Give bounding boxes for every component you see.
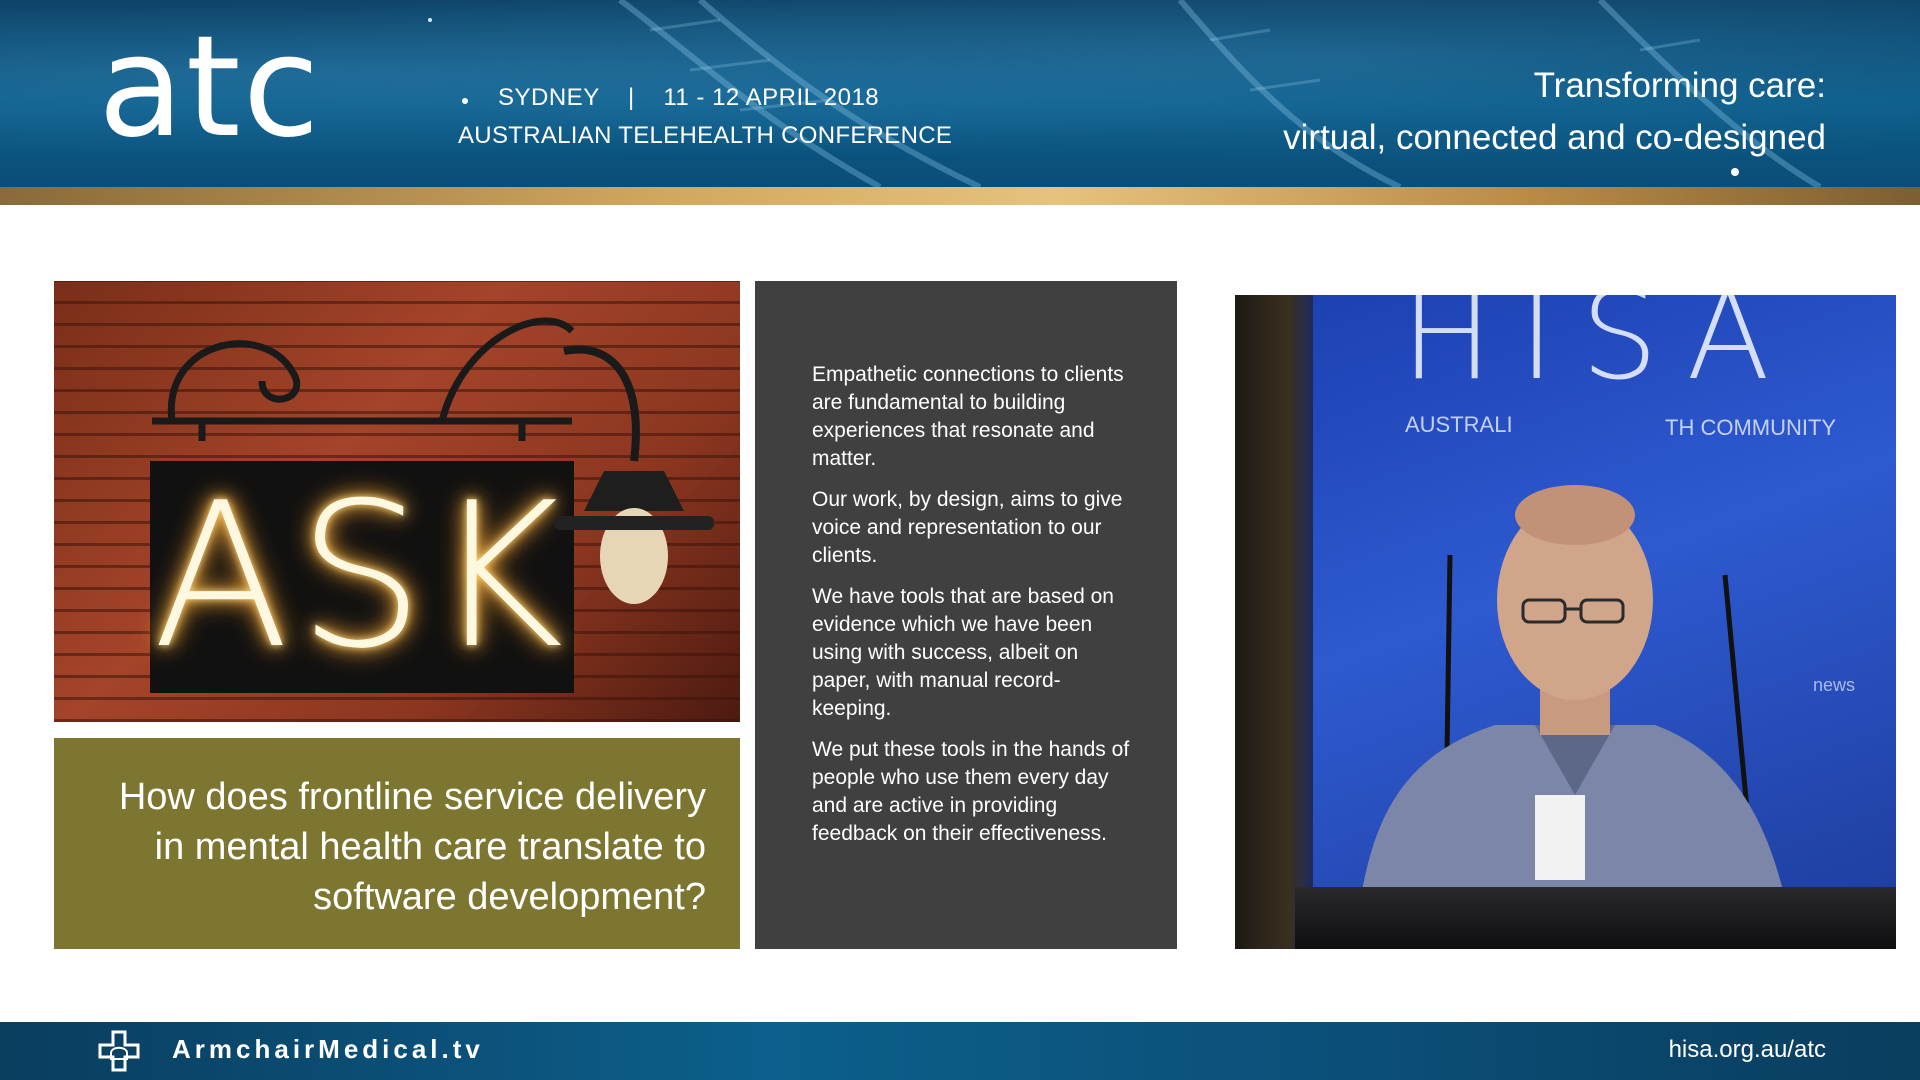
event-separator: | — [627, 84, 635, 111]
conference-tagline: Transforming care: virtual, connected an… — [1283, 60, 1826, 164]
speaker-video-feed: HISA AUSTRALI TH COMMUNITY news — [1235, 295, 1896, 949]
tagline-line-1: Transforming care: — [1533, 66, 1826, 105]
ask-neon-text: ASK — [152, 460, 572, 693]
ask-sign-photo: ASK — [54, 281, 740, 722]
slide-text-panel: Empathetic connections to clients are fu… — [755, 281, 1177, 949]
sign-bracket-graphic — [152, 317, 575, 441]
event-city: SYDNEY — [498, 84, 600, 111]
speaker-figure — [1355, 485, 1795, 949]
armchair-medical-cross-icon — [98, 1030, 140, 1072]
paragraph-evidence-tools: We have tools that are based on evidence… — [812, 585, 1114, 720]
footer-banner: ArmchairMedical.tv hisa.org.au/atc — [0, 1022, 1920, 1080]
paragraph-tools-in-hands: We put these tools in the hands of peopl… — [812, 738, 1130, 845]
event-location-dates: SYDNEY | 11 - 12 APRIL 2018 — [498, 84, 879, 112]
question-box: How does frontline service delivery in m… — [54, 738, 740, 949]
paragraph-voice-representation: Our work, by design, aims to give voice … — [812, 488, 1123, 567]
tagline-line-2: virtual, connected and co-designed — [1283, 118, 1826, 157]
event-dates: 11 - 12 APRIL 2018 — [663, 84, 880, 111]
footer-website-url: hisa.org.au/atc — [1668, 1036, 1826, 1063]
ask-sign-board: ASK — [150, 461, 574, 693]
conference-header-banner: atc SYDNEY | 11 - 12 APRIL 2018 AUSTRALI… — [0, 0, 1920, 187]
paragraph-empathetic-connections: Empathetic connections to clients are fu… — [812, 363, 1124, 470]
street-lamp-graphic — [554, 345, 714, 604]
gold-divider — [0, 187, 1920, 205]
footer-brand-name: ArmchairMedical.tv — [172, 1034, 484, 1064]
lectern — [1295, 887, 1896, 949]
conference-name: AUSTRALIAN TELEHEALTH CONFERENCE — [458, 122, 953, 149]
atc-logo: atc — [98, 6, 322, 169]
